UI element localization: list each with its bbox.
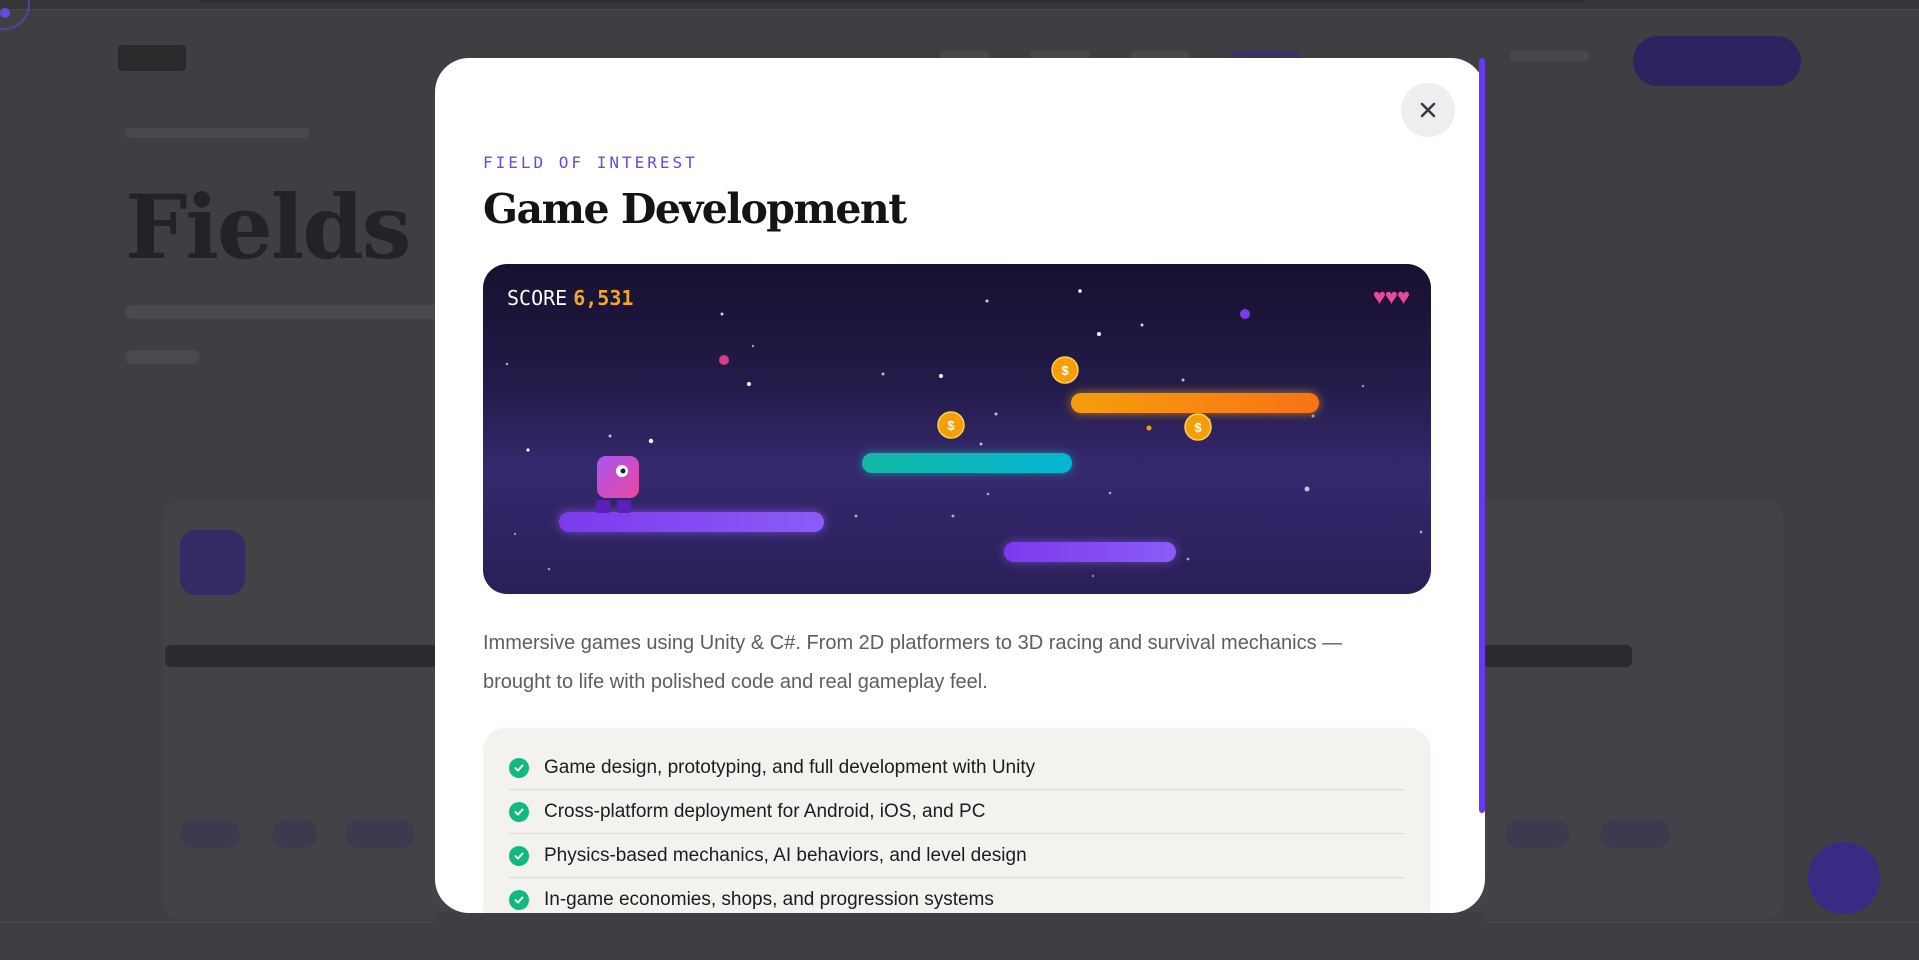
- field-card-title: [1482, 645, 1632, 667]
- player-character: [596, 456, 639, 513]
- field-card-title: [165, 645, 455, 667]
- tag-chip: [272, 820, 317, 848]
- stars: [505, 289, 1423, 578]
- feature-text: Cross-platform deployment for Android, i…: [544, 800, 986, 822]
- field-card-icon: [180, 530, 245, 595]
- header-cta-button: [1633, 36, 1801, 86]
- modal-scrollbar[interactable]: [1479, 58, 1485, 813]
- coin: $: [937, 411, 965, 439]
- floating-action-button: [1808, 842, 1880, 914]
- feature-list: Game design, prototyping, and full devel…: [483, 728, 1431, 928]
- page-subtitle-line: [125, 305, 455, 319]
- tag-chip: [180, 820, 240, 848]
- site-logo: [118, 45, 186, 71]
- modal-description: Immersive games using Unity & C#. From 2…: [483, 632, 1343, 693]
- orb-purple: [1240, 309, 1250, 319]
- check-icon: [509, 890, 529, 910]
- close-button[interactable]: [1401, 83, 1455, 137]
- svg-text:$: $: [947, 418, 955, 433]
- feature-text: Physics-based mechanics, AI behaviors, a…: [544, 844, 1027, 866]
- coin: $: [1184, 413, 1212, 441]
- feature-text: Game design, prototyping, and full devel…: [544, 756, 1036, 778]
- feature-text: In-game economies, shops, and progressio…: [544, 889, 994, 910]
- feature-item: Cross-platform deployment for Android, i…: [509, 790, 1405, 834]
- check-icon: [509, 757, 529, 778]
- game-scene-graphics: $ $ $: [505, 289, 1423, 578]
- svg-text:$: $: [1061, 363, 1069, 378]
- browser-top-strip: [0, 0, 1919, 10]
- breadcrumb: [125, 128, 310, 138]
- coin: $: [1051, 356, 1079, 384]
- svg-text:$: $: [1194, 420, 1202, 435]
- check-icon: [509, 801, 529, 822]
- tag-chip: [1600, 820, 1670, 848]
- feature-item: Game design, prototyping, and full devel…: [509, 746, 1405, 790]
- check-icon: [509, 845, 529, 866]
- orb-pink: [719, 355, 729, 365]
- page-subtitle-line: [125, 350, 200, 364]
- platform-orange: [1071, 393, 1319, 413]
- nav-item: [1510, 50, 1590, 62]
- tag-chip: [1505, 820, 1570, 848]
- cursor-dot-decoration: [0, 8, 10, 18]
- score-label: SCORE: [507, 286, 568, 310]
- feature-item: Physics-based mechanics, AI behaviors, a…: [509, 834, 1405, 878]
- score-display: SCORE 6,531: [507, 286, 633, 310]
- platform-purple-left: [559, 512, 824, 532]
- modal-eyebrow: FIELD OF INTEREST: [483, 153, 698, 172]
- tag-chip: [345, 820, 415, 848]
- game-preview-illustration: $ $ $ SCORE 6,531 ♥♥♥: [483, 264, 1431, 594]
- platform-purple-right: [1004, 542, 1176, 562]
- platform-teal: [862, 453, 1072, 473]
- overlay-bottom: [435, 913, 1485, 960]
- modal-title: Game Development: [483, 185, 907, 233]
- score-value: 6,531: [573, 286, 634, 310]
- orb-orange: [1146, 425, 1152, 431]
- close-icon: [1420, 102, 1436, 118]
- lives-hearts-icon: ♥♥♥: [1372, 284, 1410, 309]
